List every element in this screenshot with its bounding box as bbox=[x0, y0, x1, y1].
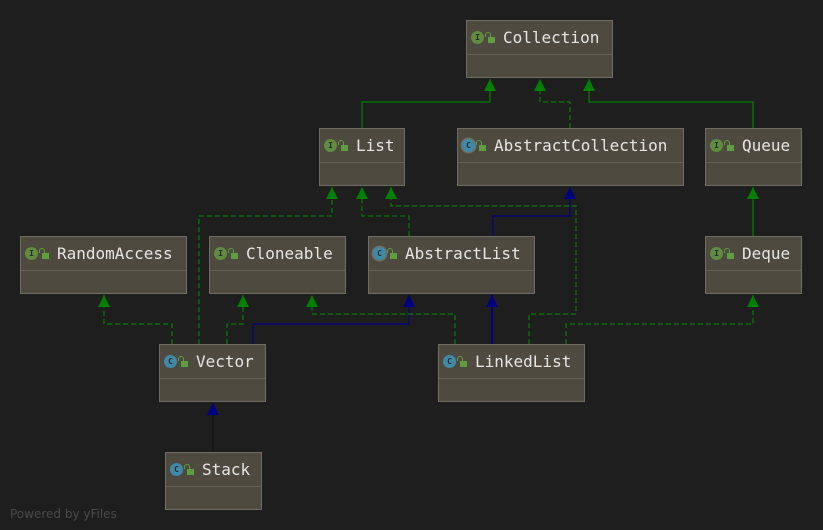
interface-icon: I bbox=[25, 247, 38, 260]
node-name: AbstractList bbox=[405, 244, 521, 263]
node-name: Queue bbox=[742, 136, 791, 155]
node-collection[interactable]: I Collection bbox=[466, 20, 613, 78]
interface-icon: I bbox=[710, 139, 723, 152]
public-lock-icon bbox=[476, 139, 486, 151]
public-lock-icon bbox=[184, 463, 194, 475]
interface-icon: I bbox=[214, 247, 227, 260]
node-vector[interactable]: C Vector bbox=[159, 344, 266, 402]
abstract-class-icon: C bbox=[373, 247, 386, 260]
class-icon: C bbox=[170, 463, 183, 476]
public-lock-icon bbox=[39, 247, 49, 259]
class-icon: C bbox=[443, 355, 456, 368]
node-queue[interactable]: I Queue bbox=[705, 128, 802, 186]
node-linked-list[interactable]: C LinkedList bbox=[438, 344, 585, 402]
edge-vector-cloneable bbox=[226, 295, 249, 344]
node-abstract-list[interactable]: C AbstractList bbox=[368, 236, 535, 294]
public-lock-icon bbox=[485, 31, 495, 43]
node-name: List bbox=[356, 136, 395, 155]
public-lock-icon bbox=[457, 355, 467, 367]
public-lock-icon bbox=[338, 139, 348, 151]
node-random-access[interactable]: I RandomAccess bbox=[20, 236, 187, 294]
node-deque[interactable]: I Deque bbox=[705, 236, 802, 294]
edge-queue-collection bbox=[583, 79, 754, 128]
edge-linkedlist-cloneable bbox=[306, 295, 456, 344]
public-lock-icon bbox=[178, 355, 188, 367]
node-name: AbstractCollection bbox=[494, 136, 668, 155]
edge-abstractlist-abstractcollection bbox=[492, 187, 576, 236]
node-name: Deque bbox=[742, 244, 791, 263]
node-name: Vector bbox=[196, 352, 254, 371]
edge-vector-abstractlist bbox=[252, 295, 415, 344]
interface-icon: I bbox=[710, 247, 723, 260]
interface-icon: I bbox=[324, 139, 337, 152]
public-lock-icon bbox=[228, 247, 238, 259]
node-name: LinkedList bbox=[475, 352, 572, 371]
edge-linkedlist-deque bbox=[565, 295, 759, 344]
public-lock-icon bbox=[724, 139, 734, 151]
public-lock-icon bbox=[724, 247, 734, 259]
interface-icon: I bbox=[471, 31, 484, 44]
node-abstract-collection[interactable]: C AbstractCollection bbox=[457, 128, 684, 186]
node-name: Stack bbox=[202, 460, 251, 479]
abstract-class-icon: C bbox=[462, 139, 475, 152]
node-list[interactable]: I List bbox=[319, 128, 405, 186]
edge-abstractcollection-collection bbox=[534, 79, 571, 128]
edge-list-collection bbox=[361, 79, 496, 128]
node-stack[interactable]: C Stack bbox=[165, 452, 262, 510]
edge-abstractlist-list bbox=[356, 187, 410, 236]
powered-by-footer: Powered by yFiles bbox=[10, 507, 117, 521]
node-name: Collection bbox=[503, 28, 600, 47]
node-name: RandomAccess bbox=[57, 244, 173, 263]
node-cloneable[interactable]: I Cloneable bbox=[209, 236, 346, 294]
edge-vector-randomaccess bbox=[98, 295, 173, 344]
public-lock-icon bbox=[387, 247, 397, 259]
node-name: Cloneable bbox=[246, 244, 333, 263]
class-icon: C bbox=[164, 355, 177, 368]
